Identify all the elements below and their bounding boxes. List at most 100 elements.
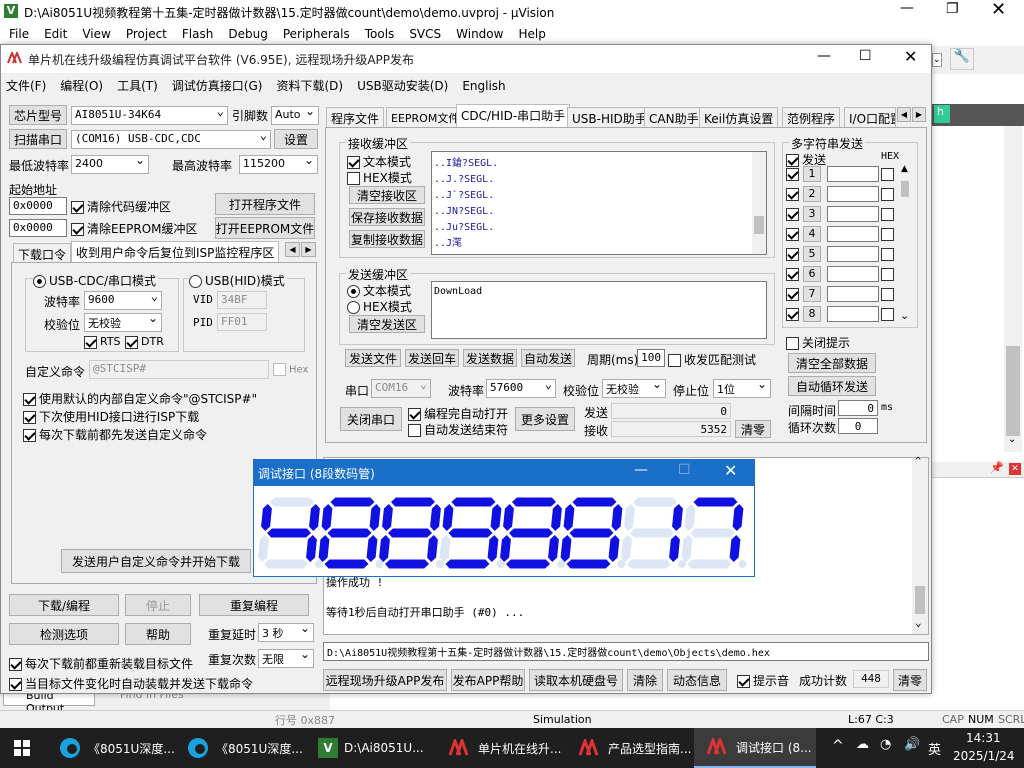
multi-row-hex-checkbox[interactable]: [881, 187, 897, 201]
taskbar-item-debug[interactable]: 调试接口 (8...: [694, 728, 816, 768]
port-select[interactable]: (COM16) USB-CDC,CDC: [71, 130, 271, 149]
clear-eeprom-checkbox[interactable]: 清除EEPROM缓冲区: [71, 220, 198, 237]
custom-hex-checkbox[interactable]: Hex: [273, 363, 308, 376]
isp-maximize-icon[interactable]: ☐: [859, 48, 872, 64]
multi-row-number-button[interactable]: 8: [803, 306, 821, 322]
help-button[interactable]: 帮助: [125, 623, 191, 645]
taskbar-item-guide[interactable]: 产品选型指南...: [564, 728, 692, 768]
taskbar-item-isp[interactable]: 单片机在线升...: [434, 728, 562, 768]
reprogram-button[interactable]: 重复编程: [199, 594, 309, 616]
close-icon[interactable]: ✕: [991, 0, 1006, 20]
isp-menu-tools[interactable]: 工具(T): [117, 79, 158, 93]
period-field[interactable]: 100: [637, 349, 665, 367]
tab-can[interactable]: CAN助手: [644, 107, 704, 129]
isp-menu-english[interactable]: English: [462, 79, 505, 93]
tab-eeprom-file[interactable]: EEPROM文件: [386, 107, 465, 128]
send-before-download-checkbox[interactable]: 每次下载前都先发送自定义命令: [23, 426, 207, 443]
send-enter-button[interactable]: 发送回车: [405, 349, 459, 367]
dropdown-arrow-icon[interactable]: ⌄: [932, 53, 942, 67]
usb-cdc-radio[interactable]: USB-CDC/串口模式: [33, 272, 159, 289]
send-text-mode-radio[interactable]: 文本模式: [347, 282, 411, 299]
multi-row-hex-checkbox[interactable]: [881, 207, 897, 221]
multi-row-number-button[interactable]: 2: [803, 186, 821, 202]
hid-next-checkbox[interactable]: 下次使用HID接口进行ISP下载: [23, 408, 199, 425]
multi-row-send-checkbox[interactable]: [786, 247, 802, 261]
clear-log-button[interactable]: 清除: [627, 669, 663, 691]
tab-scroll-left-icon[interactable]: ◀: [285, 242, 300, 257]
start-button[interactable]: [14, 740, 30, 756]
stop-bits-select[interactable]: 1位: [713, 379, 771, 398]
send-file-button[interactable]: 发送文件: [345, 349, 401, 367]
port-select-2[interactable]: COM16: [371, 379, 431, 398]
custom-command-field[interactable]: @STCISP#: [89, 360, 269, 379]
multi-scrollbar[interactable]: ▲ ⌄: [899, 164, 913, 325]
clear-success-button[interactable]: 清零: [893, 669, 927, 691]
tab-keil[interactable]: Keil仿真设置: [699, 107, 779, 129]
restore-icon[interactable]: ❐: [946, 1, 959, 17]
multi-row-number-button[interactable]: 5: [803, 246, 821, 262]
tab-program-file[interactable]: 程序文件: [326, 107, 385, 129]
taskbar-item-uvision[interactable]: V D:\Ai8051U...: [306, 728, 432, 768]
isp-menu-debug[interactable]: 调试仿真接口(G): [172, 79, 263, 93]
pid-field[interactable]: FF01: [217, 313, 267, 331]
isp-minimize-icon[interactable]: —: [817, 48, 831, 64]
clear-receive-button[interactable]: 清空接收区: [349, 186, 425, 204]
multi-row-hex-checkbox[interactable]: [881, 227, 897, 241]
clear-send-button[interactable]: 清空发送区: [349, 315, 425, 333]
vid-field[interactable]: 34BF: [217, 291, 267, 309]
download-button[interactable]: 下载/编程: [9, 594, 119, 616]
auto-send-button[interactable]: 自动发送: [521, 349, 575, 367]
clear-code-checkbox[interactable]: 清除代码缓冲区: [71, 198, 171, 215]
cloud-icon[interactable]: ☁: [856, 737, 869, 752]
dynamic-info-button[interactable]: 动态信息: [667, 669, 727, 691]
publish-help-button[interactable]: 发布APP帮助: [451, 669, 525, 691]
send-custom-command-button[interactable]: 发送用户自定义命令并开始下载: [61, 549, 251, 573]
multi-row-text-field[interactable]: [827, 186, 879, 202]
match-test-checkbox[interactable]: 收发匹配测试: [668, 351, 756, 368]
multi-row-hex-checkbox[interactable]: [881, 167, 897, 181]
isp-menu-program[interactable]: 编程(O): [60, 79, 103, 93]
stop-button[interactable]: 停止: [125, 594, 191, 616]
rtab-right-icon[interactable]: ▶: [912, 107, 926, 122]
more-settings-button[interactable]: 更多设置: [515, 407, 575, 431]
receive-scrollbar[interactable]: [752, 152, 766, 254]
parity2-select[interactable]: 无校验: [602, 379, 666, 398]
repeat-delay-select[interactable]: 3 秒: [258, 623, 314, 642]
send-data-button[interactable]: 发送数据: [463, 349, 517, 367]
repeat-times-select[interactable]: 无限: [258, 649, 314, 668]
network-icon[interactable]: ◔: [880, 737, 891, 752]
menu-window[interactable]: Window: [456, 27, 503, 41]
multi-row-text-field[interactable]: [827, 286, 879, 302]
pin-icon[interactable]: 📌: [990, 461, 1004, 474]
copy-receive-button[interactable]: 复制接收数据: [349, 230, 425, 248]
wrench-icon[interactable]: 🔧: [950, 48, 974, 70]
panel-close-icon[interactable]: ✕: [1009, 463, 1021, 475]
multi-row-text-field[interactable]: [827, 266, 879, 282]
multi-row-hex-checkbox[interactable]: [881, 287, 897, 301]
multi-row-send-checkbox[interactable]: [786, 167, 802, 181]
tab-serial-assistant[interactable]: CDC/HID-串口助手: [456, 104, 571, 129]
uvision-editor-tab[interactable]: h: [930, 104, 1024, 126]
auto-open-checkbox[interactable]: 编程完自动打开: [408, 405, 508, 422]
multi-row-send-checkbox[interactable]: [786, 187, 802, 201]
auto-loop-button[interactable]: 自动循环发送: [788, 376, 876, 396]
rts-checkbox[interactable]: RTS: [84, 335, 121, 349]
multi-row-text-field[interactable]: [827, 206, 879, 222]
menu-debug[interactable]: Debug: [228, 27, 267, 41]
max-baud-select[interactable]: 115200: [239, 155, 318, 174]
isp-close-icon[interactable]: ✕: [904, 47, 917, 66]
segment-close-icon[interactable]: ✕: [724, 461, 737, 480]
chip-model-button[interactable]: 芯片型号: [9, 105, 67, 125]
min-baud-select[interactable]: 2400: [71, 155, 149, 174]
scan-port-button[interactable]: 扫描串口: [9, 129, 67, 149]
scroll-down-icon[interactable]: ⌄: [1008, 434, 1016, 445]
tray-chevron-icon[interactable]: ^: [832, 738, 844, 754]
tab-usb-hid[interactable]: USB-HID助手: [567, 107, 652, 129]
taskbar-item-edge-2[interactable]: 《8051U深度...: [178, 728, 304, 768]
multi-row-text-field[interactable]: [827, 306, 879, 322]
loop-count-field[interactable]: 0: [838, 418, 878, 434]
clear-count-button[interactable]: 清零: [735, 420, 771, 438]
reload-on-change-checkbox[interactable]: 当目标文件变化时自动装载并发送下载命令: [9, 675, 253, 692]
clock-time[interactable]: 14:31: [966, 731, 1001, 745]
multi-row-text-field[interactable]: [827, 246, 879, 262]
